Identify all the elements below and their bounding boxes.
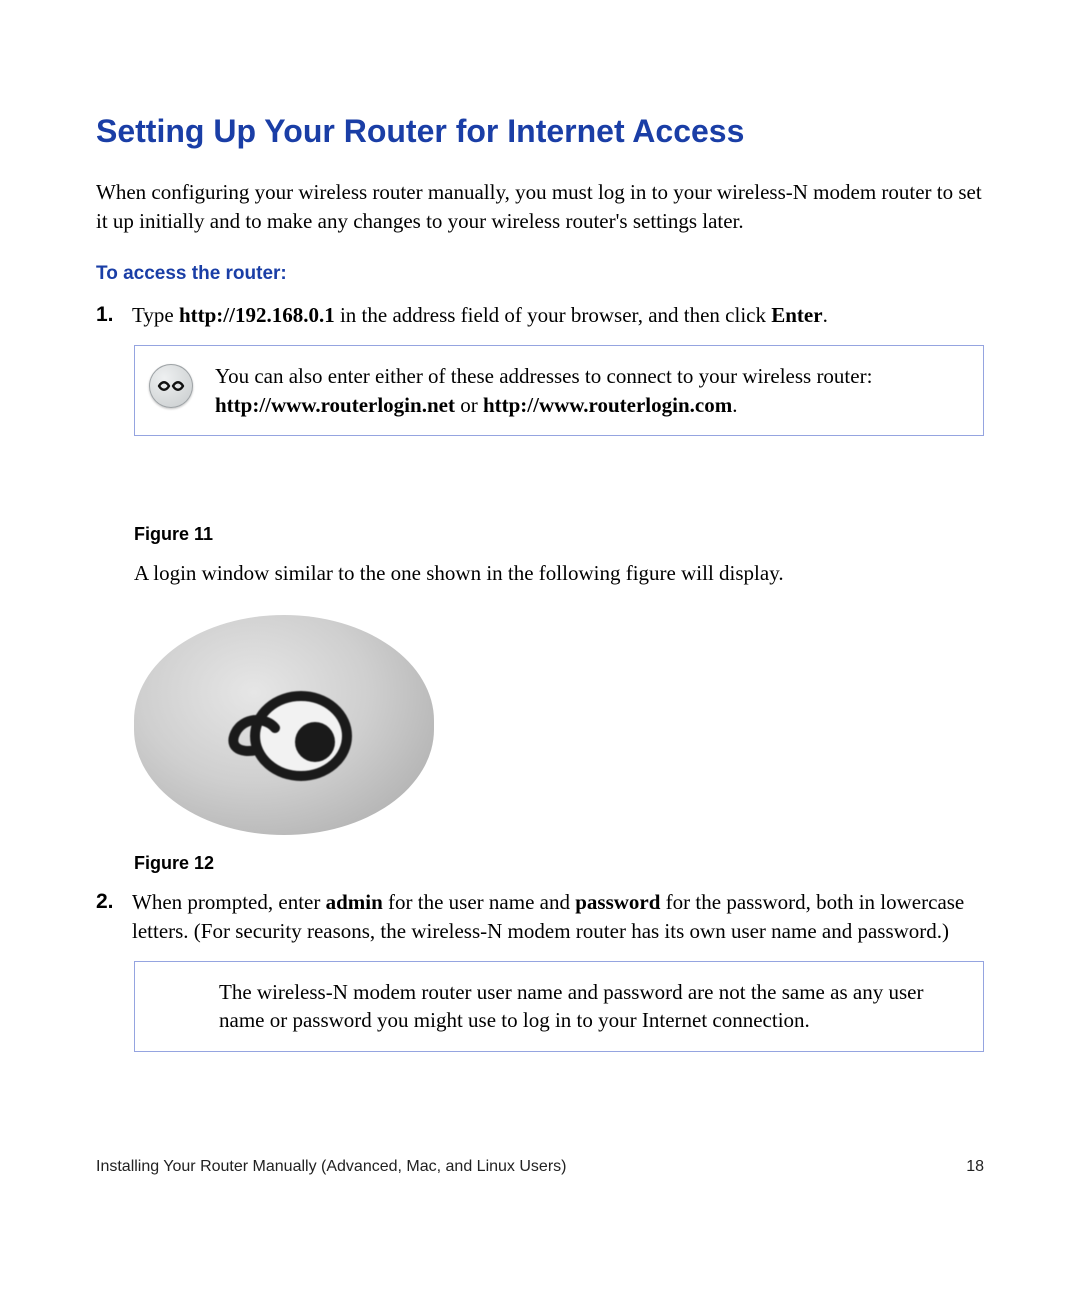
step-1-text: Type http://192.168.0.1 in the address f… xyxy=(132,301,984,329)
text: or xyxy=(455,393,483,417)
tip-text: You can also enter either of these addre… xyxy=(215,362,872,419)
tip-callout-addresses: You can also enter either of these addre… xyxy=(134,345,984,436)
url-routerlogin-net: http://www.routerlogin.net xyxy=(215,393,455,417)
note-callout-credentials: The wireless-N modem router user name an… xyxy=(134,961,984,1052)
footer-chapter-title: Installing Your Router Manually (Advance… xyxy=(96,1158,566,1176)
step-2-text: When prompted, enter admin for the user … xyxy=(132,888,984,945)
url-literal: http://192.168.0.1 xyxy=(179,303,335,327)
figure-11-description: A login window similar to the one shown … xyxy=(134,559,984,587)
text: for the user name and xyxy=(383,890,575,914)
text: . xyxy=(823,303,828,327)
credential-username: admin xyxy=(326,890,383,914)
figure-12-image xyxy=(134,615,434,835)
subheading-access-router: To access the router: xyxy=(96,263,984,285)
step-2: 2. When prompted, enter admin for the us… xyxy=(96,888,984,945)
intro-paragraph: When configuring your wireless router ma… xyxy=(96,178,984,235)
text: Type xyxy=(132,303,179,327)
figure-12-caption: Figure 12 xyxy=(134,853,984,874)
document-page: Setting Up Your Router for Internet Acce… xyxy=(0,0,1080,1296)
figure-11-caption: Figure 11 xyxy=(134,524,984,545)
footer-page-number: 18 xyxy=(966,1158,984,1176)
tip-icon xyxy=(149,364,193,408)
step-1: 1. Type http://192.168.0.1 in the addres… xyxy=(96,301,984,329)
text: in the address field of your browser, an… xyxy=(335,303,772,327)
text: You can also enter either of these addre… xyxy=(215,364,872,388)
page-footer: Installing Your Router Manually (Advance… xyxy=(96,1158,984,1176)
page-title: Setting Up Your Router for Internet Acce… xyxy=(96,112,984,150)
credential-password: password xyxy=(575,890,660,914)
text: . xyxy=(732,393,737,417)
step-number: 1. xyxy=(96,301,132,329)
url-routerlogin-com: http://www.routerlogin.com xyxy=(483,393,732,417)
key-enter: Enter xyxy=(771,303,822,327)
note-text: The wireless-N modem router user name an… xyxy=(219,978,965,1035)
text: When prompted, enter xyxy=(132,890,326,914)
step-number: 2. xyxy=(96,888,132,945)
